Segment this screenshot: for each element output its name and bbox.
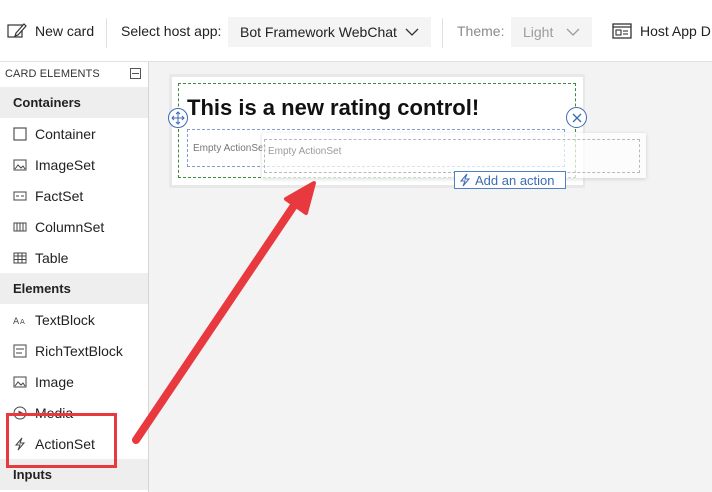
- sidebar-item-label: FactSet: [35, 187, 84, 204]
- actionset-highlight-box: [6, 413, 117, 468]
- card-elements-header: CARD ELEMENTS: [5, 64, 145, 84]
- sidebar-item-richtextblock[interactable]: RichTextBlock: [0, 335, 148, 366]
- image-icon: [13, 375, 27, 389]
- toolbar-divider: [106, 18, 107, 48]
- new-card-icon: [7, 23, 27, 38]
- factset-icon: [13, 189, 27, 203]
- host-app-icon: [612, 23, 632, 39]
- host-app-label: Select host app:: [121, 23, 222, 39]
- toolbar: New card Select host app: Bot Framework …: [0, 0, 712, 62]
- add-action-button[interactable]: Add an action: [454, 171, 566, 189]
- container-icon: [13, 126, 27, 141]
- sidebar-item-label: Container: [35, 125, 96, 142]
- textblock-icon: AA: [13, 313, 27, 327]
- card-title-textblock[interactable]: This is a new rating control!: [187, 95, 479, 121]
- sidebar-item-label: TextBlock: [35, 311, 95, 328]
- add-action-label: Add an action: [475, 172, 555, 188]
- sidebar-item-label: ImageSet: [35, 156, 95, 173]
- card-elements-title: CARD ELEMENTS: [5, 68, 100, 80]
- sidebar-item-label: RichTextBlock: [35, 342, 123, 359]
- host-app-value: Bot Framework WebChat: [240, 24, 397, 40]
- sidebar-item-container[interactable]: Container: [0, 118, 148, 149]
- richtextblock-icon: [13, 344, 27, 358]
- sidebar-item-textblock[interactable]: AA TextBlock: [0, 304, 148, 335]
- chevron-down-icon: [405, 28, 419, 36]
- new-card-label: New card: [35, 23, 95, 39]
- category-containers: Containers: [0, 87, 148, 118]
- new-card-button[interactable]: New card: [7, 0, 94, 62]
- drag-ghost-label: Empty ActionSet: [268, 146, 342, 157]
- close-icon: [572, 113, 581, 122]
- host-app-button[interactable]: Host App D: [612, 0, 711, 62]
- table-icon: [13, 251, 27, 265]
- imageset-icon: [13, 158, 27, 172]
- drag-handle[interactable]: [168, 108, 188, 128]
- svg-text:A: A: [20, 318, 25, 326]
- svg-text:A: A: [13, 317, 20, 327]
- sidebar-item-label: ColumnSet: [35, 218, 105, 235]
- sidebar-item-image[interactable]: Image: [0, 366, 148, 397]
- empty-actionset-label: Empty ActionSet: [193, 143, 267, 154]
- sidebar-item-table[interactable]: Table: [0, 242, 148, 273]
- columnset-icon: [13, 220, 27, 234]
- theme-value: Light: [523, 24, 554, 40]
- host-app-button-label: Host App D: [640, 23, 711, 39]
- toolbar-divider: [442, 18, 443, 48]
- theme-dropdown[interactable]: Light: [511, 17, 592, 47]
- collapse-icon[interactable]: [130, 68, 141, 79]
- theme-label: Theme:: [457, 23, 505, 39]
- sidebar-item-imageset[interactable]: ImageSet: [0, 149, 148, 180]
- sidebar-item-label: Image: [35, 373, 74, 390]
- chevron-down-icon: [566, 28, 580, 36]
- move-icon: [171, 111, 185, 125]
- sidebar-item-factset[interactable]: FactSet: [0, 180, 148, 211]
- host-app-dropdown[interactable]: Bot Framework WebChat: [228, 17, 431, 47]
- sidebar-item-label: Table: [35, 249, 69, 266]
- category-elements: Elements: [0, 273, 148, 304]
- lightning-icon: [459, 173, 471, 187]
- remove-element-button[interactable]: [566, 107, 587, 128]
- sidebar-item-columnset[interactable]: ColumnSet: [0, 211, 148, 242]
